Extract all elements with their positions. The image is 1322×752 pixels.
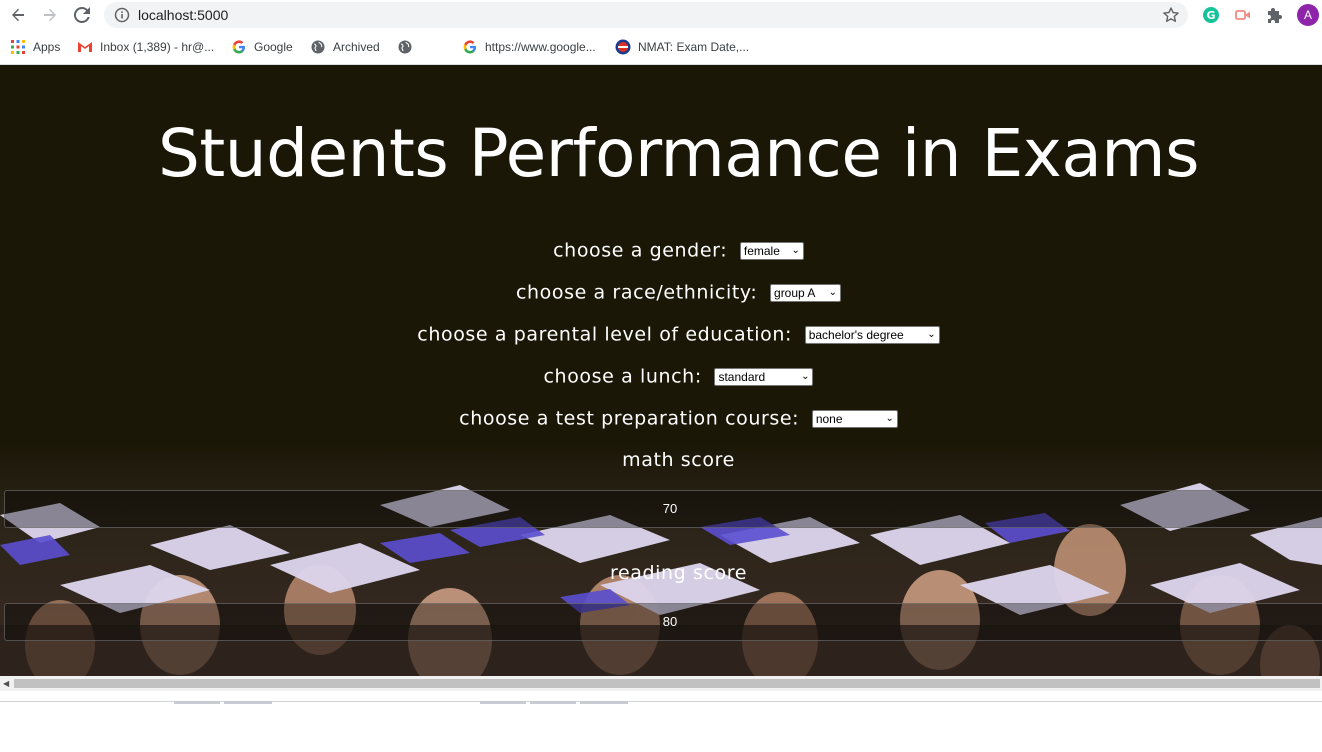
bookmark-globe[interactable] bbox=[397, 39, 420, 55]
globe-icon bbox=[397, 39, 413, 55]
scrollbar-thumb[interactable] bbox=[14, 679, 1320, 688]
apps-grid-icon bbox=[10, 39, 26, 55]
google-icon bbox=[462, 39, 478, 55]
reading-score-label: reading score bbox=[609, 562, 748, 584]
horizontal-scrollbar[interactable]: ◀ bbox=[0, 676, 1322, 691]
address-bar[interactable]: localhost:5000 bbox=[104, 2, 1188, 28]
test-prep-row: choose a test preparation course: none ⌄ bbox=[0, 407, 1322, 430]
reading-score-input[interactable]: 80 bbox=[4, 603, 1322, 641]
lunch-row: choose a lunch: standard ⌄ bbox=[0, 365, 1322, 388]
gmail-icon bbox=[77, 39, 93, 55]
browser-toolbar: localhost:5000 G A bbox=[0, 0, 1322, 31]
chevron-down-icon: ⌄ bbox=[791, 244, 800, 256]
education-label: choose a parental level of education: bbox=[417, 323, 793, 346]
reload-button[interactable] bbox=[70, 4, 94, 26]
chevron-down-icon: ⌄ bbox=[885, 412, 894, 424]
url-text: localhost:5000 bbox=[138, 7, 229, 23]
extensions-puzzle-icon[interactable] bbox=[1264, 4, 1286, 26]
chevron-down-icon: ⌄ bbox=[927, 328, 936, 340]
bookmark-archived[interactable]: Archived bbox=[310, 39, 380, 55]
bookmark-label: NMAT: Exam Date,... bbox=[638, 40, 750, 54]
arrow-right-icon bbox=[44, 8, 56, 22]
screencast-icon[interactable] bbox=[1232, 4, 1254, 26]
test-prep-select-value: none bbox=[815, 411, 843, 426]
bookmark-label: Google bbox=[254, 40, 293, 54]
race-select[interactable]: group A ⌄ bbox=[770, 283, 842, 302]
gender-label: choose a gender: bbox=[553, 239, 728, 262]
lunch-label: choose a lunch: bbox=[543, 365, 702, 388]
star-icon[interactable] bbox=[1162, 6, 1180, 29]
bookmark-google[interactable]: Google bbox=[231, 39, 293, 55]
lunch-select[interactable]: standard ⌄ bbox=[714, 367, 814, 386]
math-score-input[interactable]: 70 bbox=[4, 490, 1322, 528]
profile-avatar[interactable]: A bbox=[1297, 4, 1319, 26]
bookmark-google-search[interactable]: https://www.google... bbox=[462, 39, 596, 55]
page-bottom-edge bbox=[0, 691, 1322, 704]
bookmark-label: Apps bbox=[33, 40, 61, 54]
page-viewport: Students Performance in Exams choose a g… bbox=[0, 65, 1322, 676]
arrow-left-icon bbox=[12, 8, 24, 22]
test-prep-select[interactable]: none ⌄ bbox=[811, 409, 898, 428]
test-prep-label: choose a test preparation course: bbox=[459, 407, 800, 430]
bookmark-inbox[interactable]: Inbox (1,389) - hr@... bbox=[77, 39, 214, 55]
chevron-down-icon: ⌄ bbox=[828, 286, 838, 298]
scroll-left-icon[interactable]: ◀ bbox=[3, 679, 9, 688]
race-row: choose a race/ethnicity: group A ⌄ bbox=[0, 281, 1322, 304]
education-select[interactable]: bachelor's degree ⌄ bbox=[804, 325, 940, 344]
bookmark-apps[interactable]: Apps bbox=[10, 39, 60, 55]
back-button[interactable] bbox=[6, 4, 30, 26]
nmat-icon bbox=[615, 39, 631, 55]
forward-button[interactable] bbox=[38, 4, 62, 26]
google-icon bbox=[231, 39, 247, 55]
info-icon[interactable] bbox=[114, 7, 130, 28]
chevron-down-icon: ⌄ bbox=[801, 370, 810, 382]
reload-icon bbox=[74, 7, 90, 23]
grammarly-icon[interactable]: G bbox=[1200, 4, 1222, 26]
race-label: choose a race/ethnicity: bbox=[515, 281, 758, 304]
globe-icon bbox=[310, 39, 326, 55]
gender-select[interactable]: female ⌄ bbox=[739, 241, 804, 260]
math-score-label: math score bbox=[622, 449, 735, 471]
bookmark-label: Inbox (1,389) - hr@... bbox=[100, 40, 215, 54]
bookmark-label: Archived bbox=[333, 40, 380, 54]
gender-row: choose a gender: female ⌄ bbox=[0, 239, 1322, 262]
lunch-select-value: standard bbox=[718, 369, 766, 384]
gender-select-value: female bbox=[743, 243, 780, 258]
bookmark-label: https://www.google... bbox=[485, 40, 596, 54]
page-title: Students Performance in Exams bbox=[158, 115, 1199, 192]
bookmark-nmat[interactable]: NMAT: Exam Date,... bbox=[615, 39, 749, 55]
education-select-value: bachelor's degree bbox=[808, 327, 904, 342]
education-row: choose a parental level of education: ba… bbox=[0, 323, 1322, 346]
race-select-value: group A bbox=[774, 285, 816, 300]
bookmarks-bar: Apps Inbox (1,389) - hr@... Google Archi… bbox=[0, 31, 1322, 65]
svg-text:G: G bbox=[1206, 9, 1215, 22]
